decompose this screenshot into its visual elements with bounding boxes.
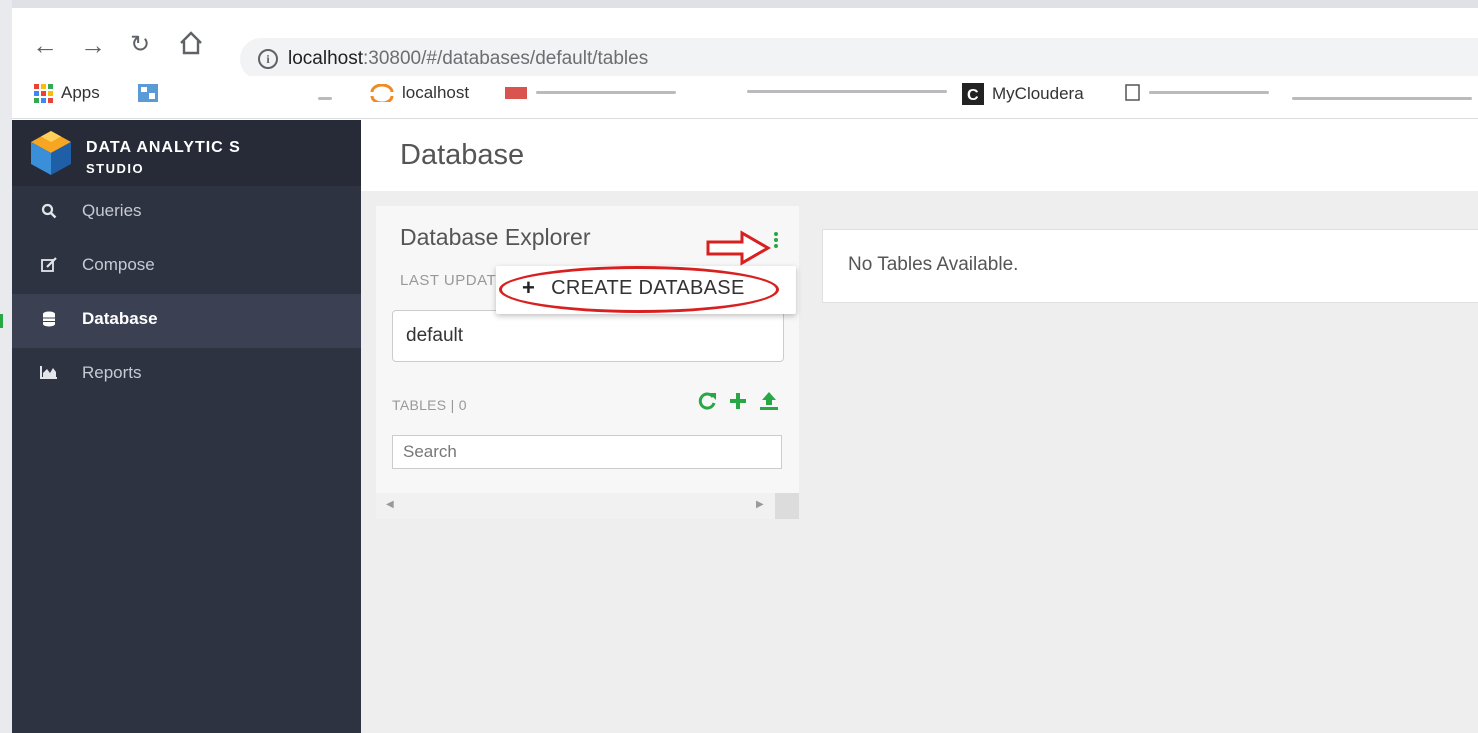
blurred-bookmark-text bbox=[536, 90, 676, 94]
bookmark-blurred[interactable] bbox=[137, 83, 159, 103]
search-icon bbox=[40, 203, 58, 221]
explorer-title: Database Explorer bbox=[400, 224, 591, 250]
apps-grid-icon bbox=[34, 83, 53, 103]
home-icon[interactable] bbox=[178, 30, 204, 62]
sidebar-item-label: Compose bbox=[82, 255, 155, 274]
brand-subtitle: STUDIO bbox=[86, 161, 145, 176]
empty-tables-message: No Tables Available. bbox=[848, 254, 1019, 275]
localhost-favicon-icon bbox=[370, 84, 394, 102]
bookmark-blurred-2[interactable] bbox=[504, 83, 676, 101]
bookmark-mycloudera[interactable]: C MyCloudera bbox=[962, 83, 1084, 105]
bookmark-apps[interactable]: Apps bbox=[34, 83, 100, 103]
tables-panel: No Tables Available. bbox=[822, 229, 1478, 303]
browser-nav-bar: ← → ↻ i localhost:30800/#/databases/defa… bbox=[12, 14, 1478, 80]
cloudera-favicon-icon: C bbox=[962, 83, 984, 105]
url-text: localhost:30800/#/databases/default/tabl… bbox=[288, 48, 649, 69]
page-favicon-icon bbox=[1125, 84, 1140, 101]
upload-table-icon[interactable] bbox=[758, 390, 780, 417]
bookmark-blurred-4[interactable] bbox=[1125, 83, 1269, 101]
page-title: Database bbox=[400, 139, 525, 171]
edit-icon bbox=[40, 257, 58, 275]
refresh-icon[interactable] bbox=[696, 390, 718, 417]
reload-icon[interactable]: ↻ bbox=[130, 30, 150, 60]
chart-icon bbox=[40, 365, 58, 383]
brand-name: DATA ANALYTIC S bbox=[86, 139, 241, 156]
add-table-icon[interactable] bbox=[728, 390, 748, 417]
sidebar-item-compose[interactable]: Compose bbox=[12, 240, 361, 294]
info-icon[interactable]: i bbox=[258, 49, 278, 69]
address-bar[interactable]: i localhost:30800/#/databases/default/ta… bbox=[240, 38, 1478, 80]
sidebar-item-label: Reports bbox=[82, 363, 142, 382]
svg-text:C: C bbox=[967, 87, 979, 104]
scrollbar-corner bbox=[775, 493, 799, 519]
brand-header[interactable]: DATA ANALYTIC S STUDIO bbox=[12, 120, 361, 186]
bookmark-favicon-icon bbox=[138, 84, 158, 102]
bookmarks-bar: Apps localhost C MyCloudera bbox=[12, 76, 1478, 119]
database-select[interactable]: default bbox=[392, 310, 784, 362]
scroll-left-icon[interactable]: ◀ bbox=[386, 499, 394, 510]
horizontal-scrollbar[interactable]: ◀ ▶ bbox=[376, 493, 799, 519]
window-left-edge bbox=[0, 0, 12, 733]
blurred-bookmark bbox=[318, 97, 332, 100]
table-search-input[interactable] bbox=[392, 435, 782, 469]
selected-database: default bbox=[406, 325, 464, 346]
forward-arrow-icon[interactable]: → bbox=[80, 30, 106, 60]
last-updated-label: LAST UPDAT bbox=[400, 272, 497, 289]
active-indicator bbox=[0, 314, 3, 328]
scroll-right-icon[interactable]: ▶ bbox=[756, 499, 764, 510]
blurred-bookmark-3 bbox=[747, 90, 947, 93]
blurred-bookmark-text-2 bbox=[1149, 90, 1269, 94]
window-top-strip bbox=[0, 0, 1478, 8]
das-logo-icon bbox=[31, 131, 71, 175]
pointer-arrow-icon bbox=[706, 230, 772, 266]
database-icon bbox=[40, 311, 58, 329]
create-database-menu-item[interactable]: + CREATE DATABASE bbox=[502, 270, 786, 306]
bookmark-localhost[interactable]: localhost bbox=[370, 83, 469, 103]
sidebar-item-label: Database bbox=[82, 309, 158, 328]
main-content: Database Database Explorer LAST UPDAT de… bbox=[361, 120, 1478, 733]
back-arrow-icon[interactable]: ← bbox=[32, 30, 58, 60]
blurred-bookmark-5 bbox=[1292, 97, 1472, 100]
sidebar-item-database[interactable]: Database bbox=[0, 294, 361, 348]
sidebar-item-label: Queries bbox=[82, 201, 142, 220]
explorer-dropdown-menu: + CREATE DATABASE bbox=[496, 266, 796, 314]
sidebar-item-queries[interactable]: Queries bbox=[12, 186, 361, 240]
plus-icon: + bbox=[522, 275, 536, 300]
sidebar-item-reports[interactable]: Reports bbox=[12, 348, 361, 402]
table-actions bbox=[696, 390, 780, 417]
page-header: Database bbox=[361, 120, 1478, 191]
kebab-menu-icon[interactable] bbox=[774, 232, 780, 248]
blurred-favicon-icon bbox=[505, 87, 527, 99]
create-database-label: CREATE DATABASE bbox=[551, 276, 745, 299]
tables-count-label: TABLES | 0 bbox=[392, 397, 467, 413]
app-sidebar: DATA ANALYTIC S STUDIO Queries Compose D… bbox=[0, 120, 361, 733]
